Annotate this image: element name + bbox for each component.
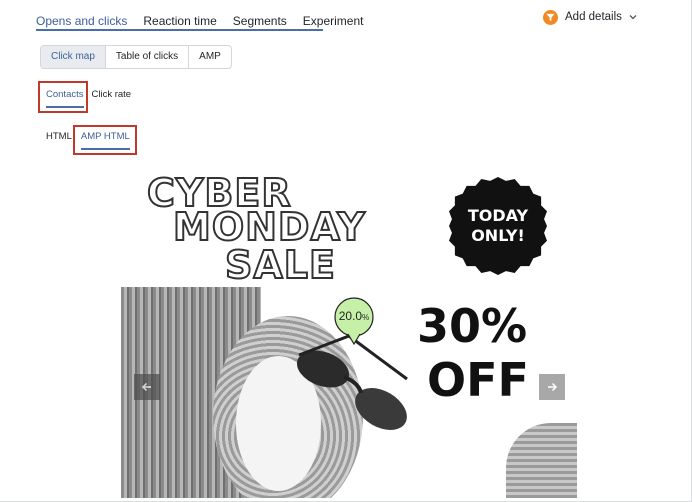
tab-html[interactable]: HTML	[46, 131, 72, 146]
badge-line-1: TODAY	[467, 206, 529, 225]
amp-button[interactable]: AMP	[189, 46, 231, 68]
tab-amp-html[interactable]: AMP HTML	[80, 131, 130, 150]
carousel-next-button[interactable]	[539, 374, 565, 400]
tab-click-rate[interactable]: Click rate	[92, 89, 132, 104]
click-percent-value: 20.0	[338, 309, 363, 323]
tabs-underline	[36, 29, 323, 31]
headline-line-3[interactable]: SALE	[224, 242, 336, 288]
chevron-down-icon	[629, 12, 637, 22]
metric-tabs: Contacts Click rate	[46, 89, 132, 108]
badge-line-2: ONLY!	[471, 226, 525, 245]
sweater-sleeve-image	[506, 423, 577, 498]
table-of-clicks-button[interactable]: Table of clicks	[106, 46, 190, 68]
arrow-right-icon	[548, 382, 558, 392]
tab-experiment[interactable]: Experiment	[303, 14, 364, 28]
tab-contacts[interactable]: Contacts	[46, 89, 84, 108]
click-map-button[interactable]: Click map	[41, 46, 106, 68]
click-percent-unit: %	[362, 313, 370, 322]
report-tabs: Opens and clicks Reaction time Segments …	[36, 10, 364, 31]
click-percent-label[interactable]: 20.0%	[332, 309, 376, 323]
tab-segments[interactable]: Segments	[233, 14, 287, 28]
tab-reaction-time[interactable]: Reaction time	[143, 14, 216, 28]
today-only-badge: TODAY ONLY!	[449, 177, 547, 275]
add-details-button[interactable]: Add details	[543, 9, 637, 25]
format-tabs: HTML AMP HTML	[46, 131, 130, 150]
funnel-icon	[543, 9, 558, 25]
add-details-label: Add details	[565, 11, 622, 23]
carousel-prev-button[interactable]	[134, 374, 160, 400]
arrow-left-icon	[141, 382, 151, 392]
discount-off: OFF	[427, 353, 529, 407]
tab-opens-and-clicks[interactable]: Opens and clicks	[36, 14, 127, 28]
email-preview: CYBER MONDAY SALE TODAY ONLY! 30% OFF 20…	[121, 171, 577, 498]
view-switch: Click map Table of clicks AMP	[40, 45, 232, 69]
discount-percent: 30%	[417, 299, 528, 353]
